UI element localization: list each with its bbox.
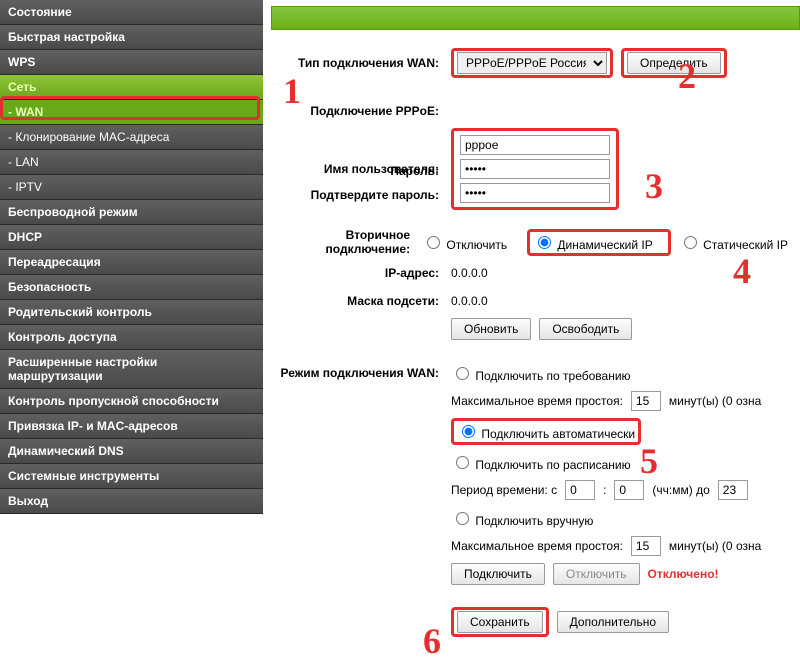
nav-status[interactable]: Состояние (0, 0, 263, 25)
ip-label: IP-адрес: (271, 266, 451, 280)
sec-dynip-text: Динамический IP (557, 238, 652, 252)
idle2-suffix: минут(ы) (0 озна (669, 539, 761, 553)
sec-staticip-radio[interactable] (684, 236, 697, 249)
ip-value: 0.0.0.0 (451, 266, 488, 280)
secondary-label: Вторичное подключение: (271, 228, 422, 256)
password-label: Пароль: (271, 164, 451, 178)
idle2-prefix: Максимальное время простоя: (451, 539, 623, 553)
nav-tools[interactable]: Системные инструменты (0, 464, 263, 489)
confirm-label: Подтвердите пароль: (271, 188, 451, 202)
mask-value: 0.0.0.0 (451, 294, 488, 308)
nav-macclone[interactable]: - Клонирование MAC-адреса (0, 125, 263, 150)
nav-access[interactable]: Контроль доступа (0, 325, 263, 350)
idle-input[interactable] (631, 391, 661, 411)
nav-dhcp[interactable]: DHCP (0, 225, 263, 250)
nav-quicksetup[interactable]: Быстрая настройка (0, 25, 263, 50)
sched-suffix: (чч:мм) до (652, 483, 709, 497)
nav-lan[interactable]: - LAN (0, 150, 263, 175)
nav-wps[interactable]: WPS (0, 50, 263, 75)
release-button[interactable]: Освободить (539, 318, 632, 340)
pppoe-header: Подключение PPPoE: (271, 104, 451, 118)
detect-button[interactable]: Определить (627, 52, 721, 74)
sched-sep1: : (603, 483, 606, 497)
status-text: Отключено! (648, 567, 719, 581)
advanced-button[interactable]: Дополнительно (557, 611, 669, 633)
idle-suffix: минут(ы) (0 озна (669, 394, 761, 408)
nav-ddns[interactable]: Динамический DNS (0, 439, 263, 464)
mask-label: Маска подсети: (271, 294, 451, 308)
wan-type-label: Тип подключения WAN: (271, 56, 451, 70)
sec-disable-text: Отключить (446, 238, 507, 252)
connect-button[interactable]: Подключить (451, 563, 545, 585)
mode-manual-text: Подключить вручную (475, 514, 593, 528)
sched-to-h[interactable] (718, 480, 748, 500)
idle-prefix: Максимальное время простоя: (451, 394, 623, 408)
sched-prefix: Период времени: с (451, 483, 557, 497)
nav-wan[interactable]: - WAN (0, 100, 263, 125)
main-panel: Тип подключения WAN: PPPoE/PPPoE Россия … (263, 0, 800, 643)
sec-dynip-radio[interactable] (538, 236, 551, 249)
mode-sched-text: Подключить по расписанию (475, 458, 630, 472)
refresh-button[interactable]: Обновить (451, 318, 531, 340)
sec-staticip-text: Статический IP (703, 238, 788, 252)
mode-manual-radio[interactable] (456, 512, 469, 525)
nav-network[interactable]: Сеть (0, 75, 263, 100)
confirm-input[interactable] (460, 183, 610, 203)
sec-disable-radio[interactable] (427, 236, 440, 249)
nav-wireless[interactable]: Беспроводной режим (0, 200, 263, 225)
save-button[interactable]: Сохранить (457, 611, 543, 633)
nav-parent[interactable]: Родительский контроль (0, 300, 263, 325)
wan-type-select[interactable]: PPPoE/PPPoE Россия (457, 52, 607, 74)
username-input[interactable] (460, 135, 610, 155)
idle2-input[interactable] (631, 536, 661, 556)
wan-mode-label: Режим подключения WAN: (271, 366, 451, 380)
password-input[interactable] (460, 159, 610, 179)
nav-forward[interactable]: Переадресация (0, 250, 263, 275)
mode-ondemand-text: Подключить по требованию (475, 369, 630, 383)
sched-from-m[interactable] (614, 480, 644, 500)
sched-from-h[interactable] (565, 480, 595, 500)
sidebar: Состояние Быстрая настройка WPS Сеть - W… (0, 0, 263, 514)
disconnect-button[interactable]: Отключить (553, 563, 640, 585)
title-bar (271, 6, 800, 30)
mode-ondemand-radio[interactable] (456, 367, 469, 380)
nav-ipmac[interactable]: Привязка IP- и MAC-адресов (0, 414, 263, 439)
nav-routing[interactable]: Расширенные настройки маршрутизации (0, 350, 263, 389)
nav-bandwidth[interactable]: Контроль пропускной способности (0, 389, 263, 414)
mode-auto-text: Подключить автоматически (481, 427, 635, 441)
nav-security[interactable]: Безопасность (0, 275, 263, 300)
nav-iptv[interactable]: - IPTV (0, 175, 263, 200)
mode-auto-radio[interactable] (462, 425, 475, 438)
nav-logout[interactable]: Выход (0, 489, 263, 514)
mode-sched-radio[interactable] (456, 456, 469, 469)
